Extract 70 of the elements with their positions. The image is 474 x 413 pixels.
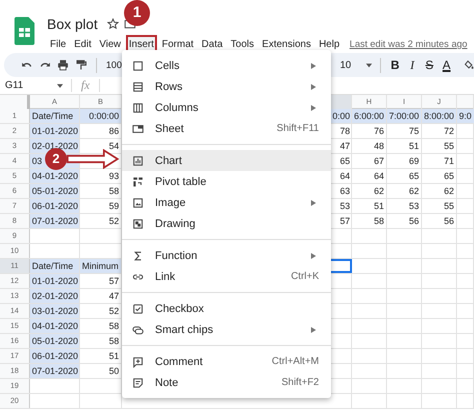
- table-cell: Date/Time: [30, 109, 80, 123]
- menu-item[interactable]: Checkbox: [122, 298, 331, 319]
- table-cell: 06-01-2020: [30, 349, 80, 363]
- format-button[interactable]: B: [389, 58, 402, 72]
- formula-label: fx: [80, 78, 91, 93]
- last-edit-link[interactable]: Last edit was 2 minutes ago: [350, 39, 468, 50]
- table-cell: 64: [352, 169, 387, 183]
- name-box[interactable]: G11: [0, 80, 57, 91]
- table-cell: 01-01-2020: [30, 124, 80, 138]
- table-cell: 65: [387, 169, 422, 183]
- table-cell: 76: [352, 124, 387, 138]
- menu-item[interactable]: Smart chips: [122, 319, 331, 340]
- table-cell: 06-01-2020: [30, 199, 80, 213]
- table-cell: 03-01-2020: [30, 304, 80, 318]
- table-cell: 53: [387, 199, 422, 213]
- table-cell: 51: [352, 199, 387, 213]
- table-cell: 07-01-2020: [30, 364, 80, 378]
- menu-item[interactable]: Comment Ctrl+Alt+M: [122, 351, 331, 372]
- table-cell: 02-01-2020: [30, 289, 80, 303]
- menu-item[interactable]: Link Ctrl+K: [122, 266, 331, 287]
- menu-bar-item[interactable]: Edit: [71, 35, 94, 54]
- table-cell: 62: [352, 184, 387, 198]
- table-cell: 75: [387, 124, 422, 138]
- table-cell: 58: [352, 214, 387, 228]
- menu-bar-item[interactable]: Format: [158, 35, 197, 54]
- step-badge: 1: [124, 0, 150, 26]
- table-cell: 7:00:00: [387, 109, 422, 123]
- table-cell: 65: [422, 169, 457, 183]
- table-cell: 8:00:00: [422, 109, 457, 123]
- table-cell: 51: [387, 139, 422, 153]
- table-cell: 0:00:00: [80, 109, 122, 123]
- table-cell: 9:0: [457, 109, 474, 123]
- menu-item[interactable]: Function: [122, 245, 331, 266]
- menu-item[interactable]: Chart: [122, 150, 331, 171]
- table-cell: 6:00:00: [352, 109, 387, 123]
- table-cell: 02-01-2020: [30, 139, 80, 153]
- format-button[interactable]: A: [440, 58, 453, 72]
- menu-item[interactable]: Note Shift+F2: [122, 372, 331, 393]
- table-cell: 04-01-2020: [30, 319, 80, 333]
- format-button[interactable]: I: [406, 58, 418, 72]
- table-cell: 62: [422, 184, 457, 198]
- menu-bar-item[interactable]: File: [47, 35, 70, 54]
- table-cell: 48: [352, 139, 387, 153]
- table-cell: 56: [422, 214, 457, 228]
- table-cell: 07-01-2020: [30, 214, 80, 228]
- table-cell: 69: [387, 154, 422, 168]
- table-cell: 04-01-2020: [30, 169, 80, 183]
- menu-bar-item[interactable]: Extensions: [259, 35, 314, 54]
- menu-item[interactable]: Cells: [122, 55, 331, 76]
- font-size-select[interactable]: 10: [340, 60, 352, 70]
- table-cell: Minimum: [80, 259, 122, 273]
- table-cell: 67: [352, 154, 387, 168]
- zoom-select[interactable]: 100: [106, 60, 122, 70]
- table-cell: 05-01-2020: [30, 184, 80, 198]
- format-button[interactable]: S: [423, 58, 436, 72]
- table-cell: 55: [422, 139, 457, 153]
- table-cell: 72: [422, 124, 457, 138]
- menu-bar-item[interactable]: Help: [316, 35, 343, 54]
- table-cell: 05-01-2020: [30, 334, 80, 348]
- menu-bar-item[interactable]: Data: [198, 35, 226, 54]
- table-cell: Date/Time: [30, 259, 80, 273]
- table-cell: 71: [422, 154, 457, 168]
- table-cell: 01-01-2020: [30, 274, 80, 288]
- table-cell: 62: [387, 184, 422, 198]
- menu-bar-item[interactable]: View: [96, 35, 124, 54]
- document-title[interactable]: Box plot: [47, 16, 98, 32]
- table-cell: 56: [387, 214, 422, 228]
- table-cell: 55: [422, 199, 457, 213]
- menu-item[interactable]: Rows: [122, 76, 331, 97]
- menu-bar-item[interactable]: Tools: [228, 35, 258, 54]
